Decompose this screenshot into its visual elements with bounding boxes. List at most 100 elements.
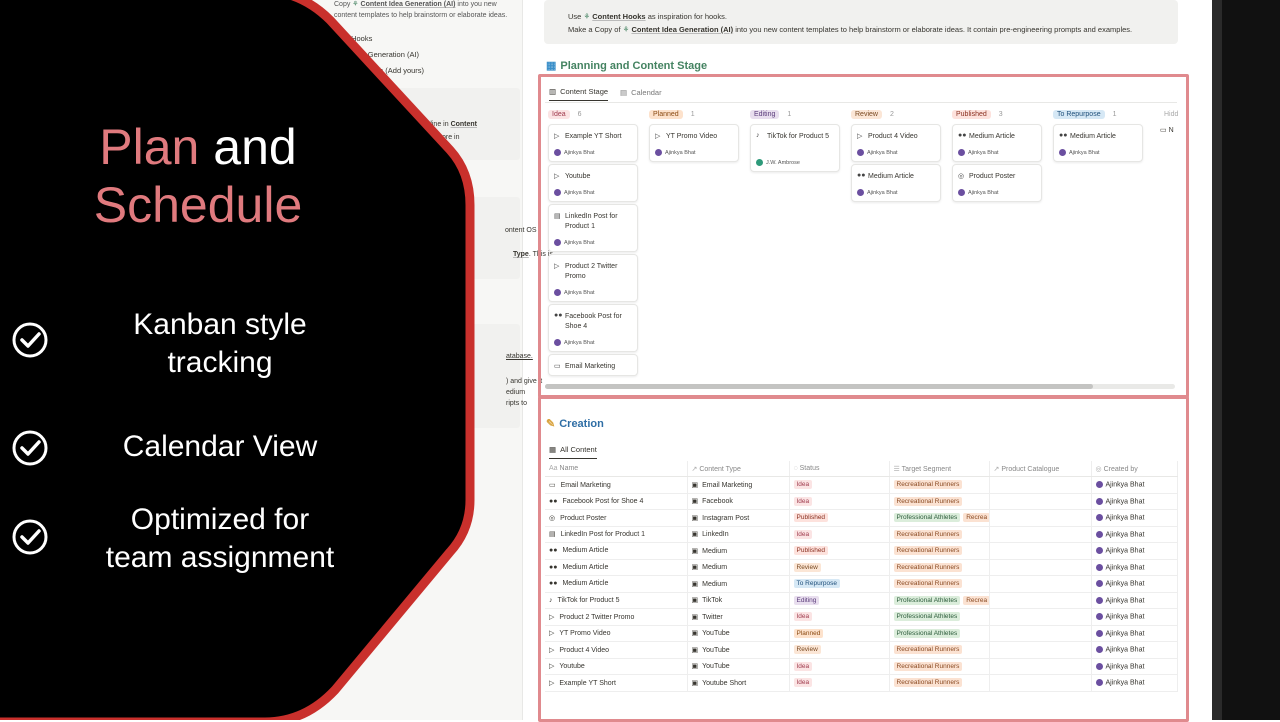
table-row[interactable]: ▭ Email Marketing ▣ Email Marketing Idea Recr… — [545, 476, 1178, 494]
cell-status[interactable]: Idea — [789, 493, 890, 510]
cell-status[interactable]: Idea — [789, 526, 890, 543]
tab-content-stage[interactable]: ▥ Content Stage — [549, 87, 609, 101]
cell-status[interactable]: Idea — [789, 674, 890, 692]
cell-name[interactable]: ●● Medium Article — [545, 575, 688, 593]
table-row[interactable]: ◎ Product Poster ▣ Instagram Post Published P… — [545, 509, 1178, 527]
kanban-column-header[interactable]: Idea 6 — [548, 110, 582, 119]
cell-status[interactable]: Idea — [789, 658, 890, 675]
hidden-column-item[interactable]: ▭ N — [1160, 126, 1174, 134]
cell-name[interactable]: ▤ LinkedIn Post for Product 1 — [545, 526, 688, 543]
cell-target-segment[interactable]: Recreational Runners — [889, 476, 990, 494]
scrollbar-thumb[interactable] — [545, 384, 1093, 389]
kanban-card[interactable]: ▷ Product 4 Video Ajinkya Bhat — [851, 124, 941, 162]
cell-product-catalogue[interactable] — [989, 575, 1092, 593]
cell-name[interactable]: ▷ Example YT Short — [545, 674, 688, 692]
cell-product-catalogue[interactable] — [989, 509, 1092, 527]
cell-product-catalogue[interactable] — [989, 559, 1092, 576]
kanban-column-header[interactable]: To Repurpose 1 — [1053, 110, 1117, 119]
cell-content-type[interactable]: ▣ YouTube — [687, 658, 790, 675]
cell-content-type[interactable]: ▣ Youtube Short — [687, 674, 790, 692]
cell-target-segment[interactable]: Recreational Runners — [889, 559, 990, 576]
sidebar-link-content-hooks[interactable]: ⚙ Content Hooks — [312, 34, 372, 43]
cell-content-type[interactable]: ▣ Twitter — [687, 608, 790, 626]
cell-status[interactable]: Idea — [789, 608, 890, 626]
kanban-card[interactable]: ●● Medium Article Ajinkya Bhat — [1053, 124, 1143, 162]
cell-created-by[interactable]: Ajinkya Bhat — [1091, 658, 1178, 675]
cell-product-catalogue[interactable] — [989, 526, 1092, 543]
cell-content-type[interactable]: ▣ Medium — [687, 559, 790, 576]
cell-product-catalogue[interactable] — [989, 493, 1092, 510]
kanban-card[interactable]: ♪ TikTok for Product 5 J.W. Ambrose — [750, 124, 840, 172]
table-row[interactable]: ▷ Youtube ▣ YouTube Idea Recreational Runners… — [545, 658, 1178, 675]
cell-target-segment[interactable]: Recreational Runners — [889, 575, 990, 593]
cell-created-by[interactable]: Ajinkya Bhat — [1091, 575, 1178, 593]
cell-content-type[interactable]: ▣ YouTube — [687, 625, 790, 642]
cell-content-type[interactable]: ▣ Medium — [687, 542, 790, 560]
cell-product-catalogue[interactable] — [989, 625, 1092, 642]
cell-product-catalogue[interactable] — [989, 674, 1092, 692]
table-row[interactable]: ●● Medium Article ▣ Medium Published Recreati… — [545, 542, 1178, 560]
cell-product-catalogue[interactable] — [989, 608, 1092, 626]
cell-created-by[interactable]: Ajinkya Bhat — [1091, 509, 1178, 527]
kanban-card[interactable]: ●● Medium Article Ajinkya Bhat — [851, 164, 941, 202]
table-row[interactable]: ▷ Product 4 Video ▣ YouTube Review Recreation… — [545, 641, 1178, 659]
cell-name[interactable]: ●● Medium Article — [545, 559, 688, 576]
cell-content-type[interactable]: ▣ YouTube — [687, 641, 790, 659]
cell-status[interactable]: Published — [789, 542, 890, 560]
kanban-card[interactable]: ▷ YT Promo Video Ajinkya Bhat — [649, 124, 739, 162]
cell-created-by[interactable]: Ajinkya Bhat — [1091, 526, 1178, 543]
cell-created-by[interactable]: Ajinkya Bhat — [1091, 542, 1178, 560]
cell-content-type[interactable]: ▣ Medium — [687, 575, 790, 593]
cell-created-by[interactable]: Ajinkya Bhat — [1091, 641, 1178, 659]
cell-product-catalogue[interactable] — [989, 592, 1092, 609]
tab-calendar[interactable]: ▤ Calendar — [620, 87, 662, 101]
cell-status[interactable]: Idea — [789, 476, 890, 494]
cell-created-by[interactable]: Ajinkya Bhat — [1091, 476, 1178, 494]
kanban-card[interactable]: ◎ Product Poster Ajinkya Bhat — [952, 164, 1042, 202]
table-row[interactable]: ●● Facebook Post for Shoe 4 ▣ Facebook Idea R… — [545, 493, 1178, 510]
table-row[interactable]: ▷ Example YT Short ▣ Youtube Short Idea Recre… — [545, 674, 1178, 692]
kanban-card[interactable]: ▤ LinkedIn Post for Product 1 Ajinkya Bhat — [548, 204, 638, 252]
cell-status[interactable]: Review — [789, 559, 890, 576]
cell-name[interactable]: ●● Medium Article — [545, 542, 688, 560]
cell-content-type[interactable]: ▣ Facebook — [687, 493, 790, 510]
cell-target-segment[interactable]: Professional Athletes — [889, 608, 990, 626]
cell-product-catalogue[interactable] — [989, 641, 1092, 659]
header-product-catalogue[interactable]: ↗ Product Catalogue — [989, 461, 1092, 477]
kanban-card[interactable]: ●● Facebook Post for Shoe 4 Ajinkya Bhat — [548, 304, 638, 352]
cell-target-segment[interactable]: Recreational Runners — [889, 542, 990, 560]
table-row[interactable]: ▤ LinkedIn Post for Product 1 ▣ LinkedIn Ide… — [545, 526, 1178, 543]
cell-created-by[interactable]: Ajinkya Bhat — [1091, 493, 1178, 510]
cell-name[interactable]: ▷ YT Promo Video — [545, 625, 688, 642]
tab-all-content[interactable]: ▦ All Content — [549, 445, 597, 459]
cell-target-segment[interactable]: Recreational Runners — [889, 674, 990, 692]
cell-content-type[interactable]: ▣ TikTok — [687, 592, 790, 609]
cell-content-type[interactable]: ▣ Email Marketing — [687, 476, 790, 494]
cell-name[interactable]: ●● Facebook Post for Shoe 4 — [545, 493, 688, 510]
sidebar-link-idea-generation[interactable]: ⚙ Content Idea Generation (AI) — [312, 50, 419, 59]
header-target-segment[interactable]: ☰ Target Segment — [889, 461, 990, 477]
table-row[interactable]: ●● Medium Article ▣ Medium Review Recreationa… — [545, 559, 1178, 576]
kanban-card[interactable]: ▷ Example YT Short Ajinkya Bhat — [548, 124, 638, 162]
kanban-column-header[interactable]: Hidd — [1160, 110, 1182, 119]
cell-created-by[interactable]: Ajinkya Bhat — [1091, 559, 1178, 576]
cell-created-by[interactable]: Ajinkya Bhat — [1091, 674, 1178, 692]
sidebar-link-content-research[interactable]: ⚙ Content Research (Add yours) — [312, 66, 424, 75]
kanban-card[interactable]: ●● Medium Article Ajinkya Bhat — [952, 124, 1042, 162]
cell-product-catalogue[interactable] — [989, 476, 1092, 494]
cell-created-by[interactable]: Ajinkya Bhat — [1091, 625, 1178, 642]
cell-name[interactable]: ▭ Email Marketing — [545, 476, 688, 494]
cell-target-segment[interactable]: Recreational Runners — [889, 658, 990, 675]
table-row[interactable]: ▷ YT Promo Video ▣ YouTube Planned Profession… — [545, 625, 1178, 642]
header-created-by[interactable]: ◎ Created by — [1091, 461, 1178, 477]
content-hooks-link[interactable]: Content Hooks — [592, 12, 645, 21]
cell-target-segment[interactable]: Recreational Runners — [889, 526, 990, 543]
kanban-card[interactable]: ▷ Youtube Ajinkya Bhat — [548, 164, 638, 202]
table-row[interactable]: ●● Medium Article ▣ Medium To Repurpose Recre… — [545, 575, 1178, 593]
cell-target-segment[interactable]: Professional Athletes Recrea — [889, 509, 990, 527]
cell-created-by[interactable]: Ajinkya Bhat — [1091, 592, 1178, 609]
kanban-column-header[interactable]: Editing 1 — [750, 110, 791, 119]
cell-created-by[interactable]: Ajinkya Bhat — [1091, 608, 1178, 626]
cell-status[interactable]: Planned — [789, 625, 890, 642]
kanban-card[interactable]: ▭ Email Marketing — [548, 354, 638, 376]
